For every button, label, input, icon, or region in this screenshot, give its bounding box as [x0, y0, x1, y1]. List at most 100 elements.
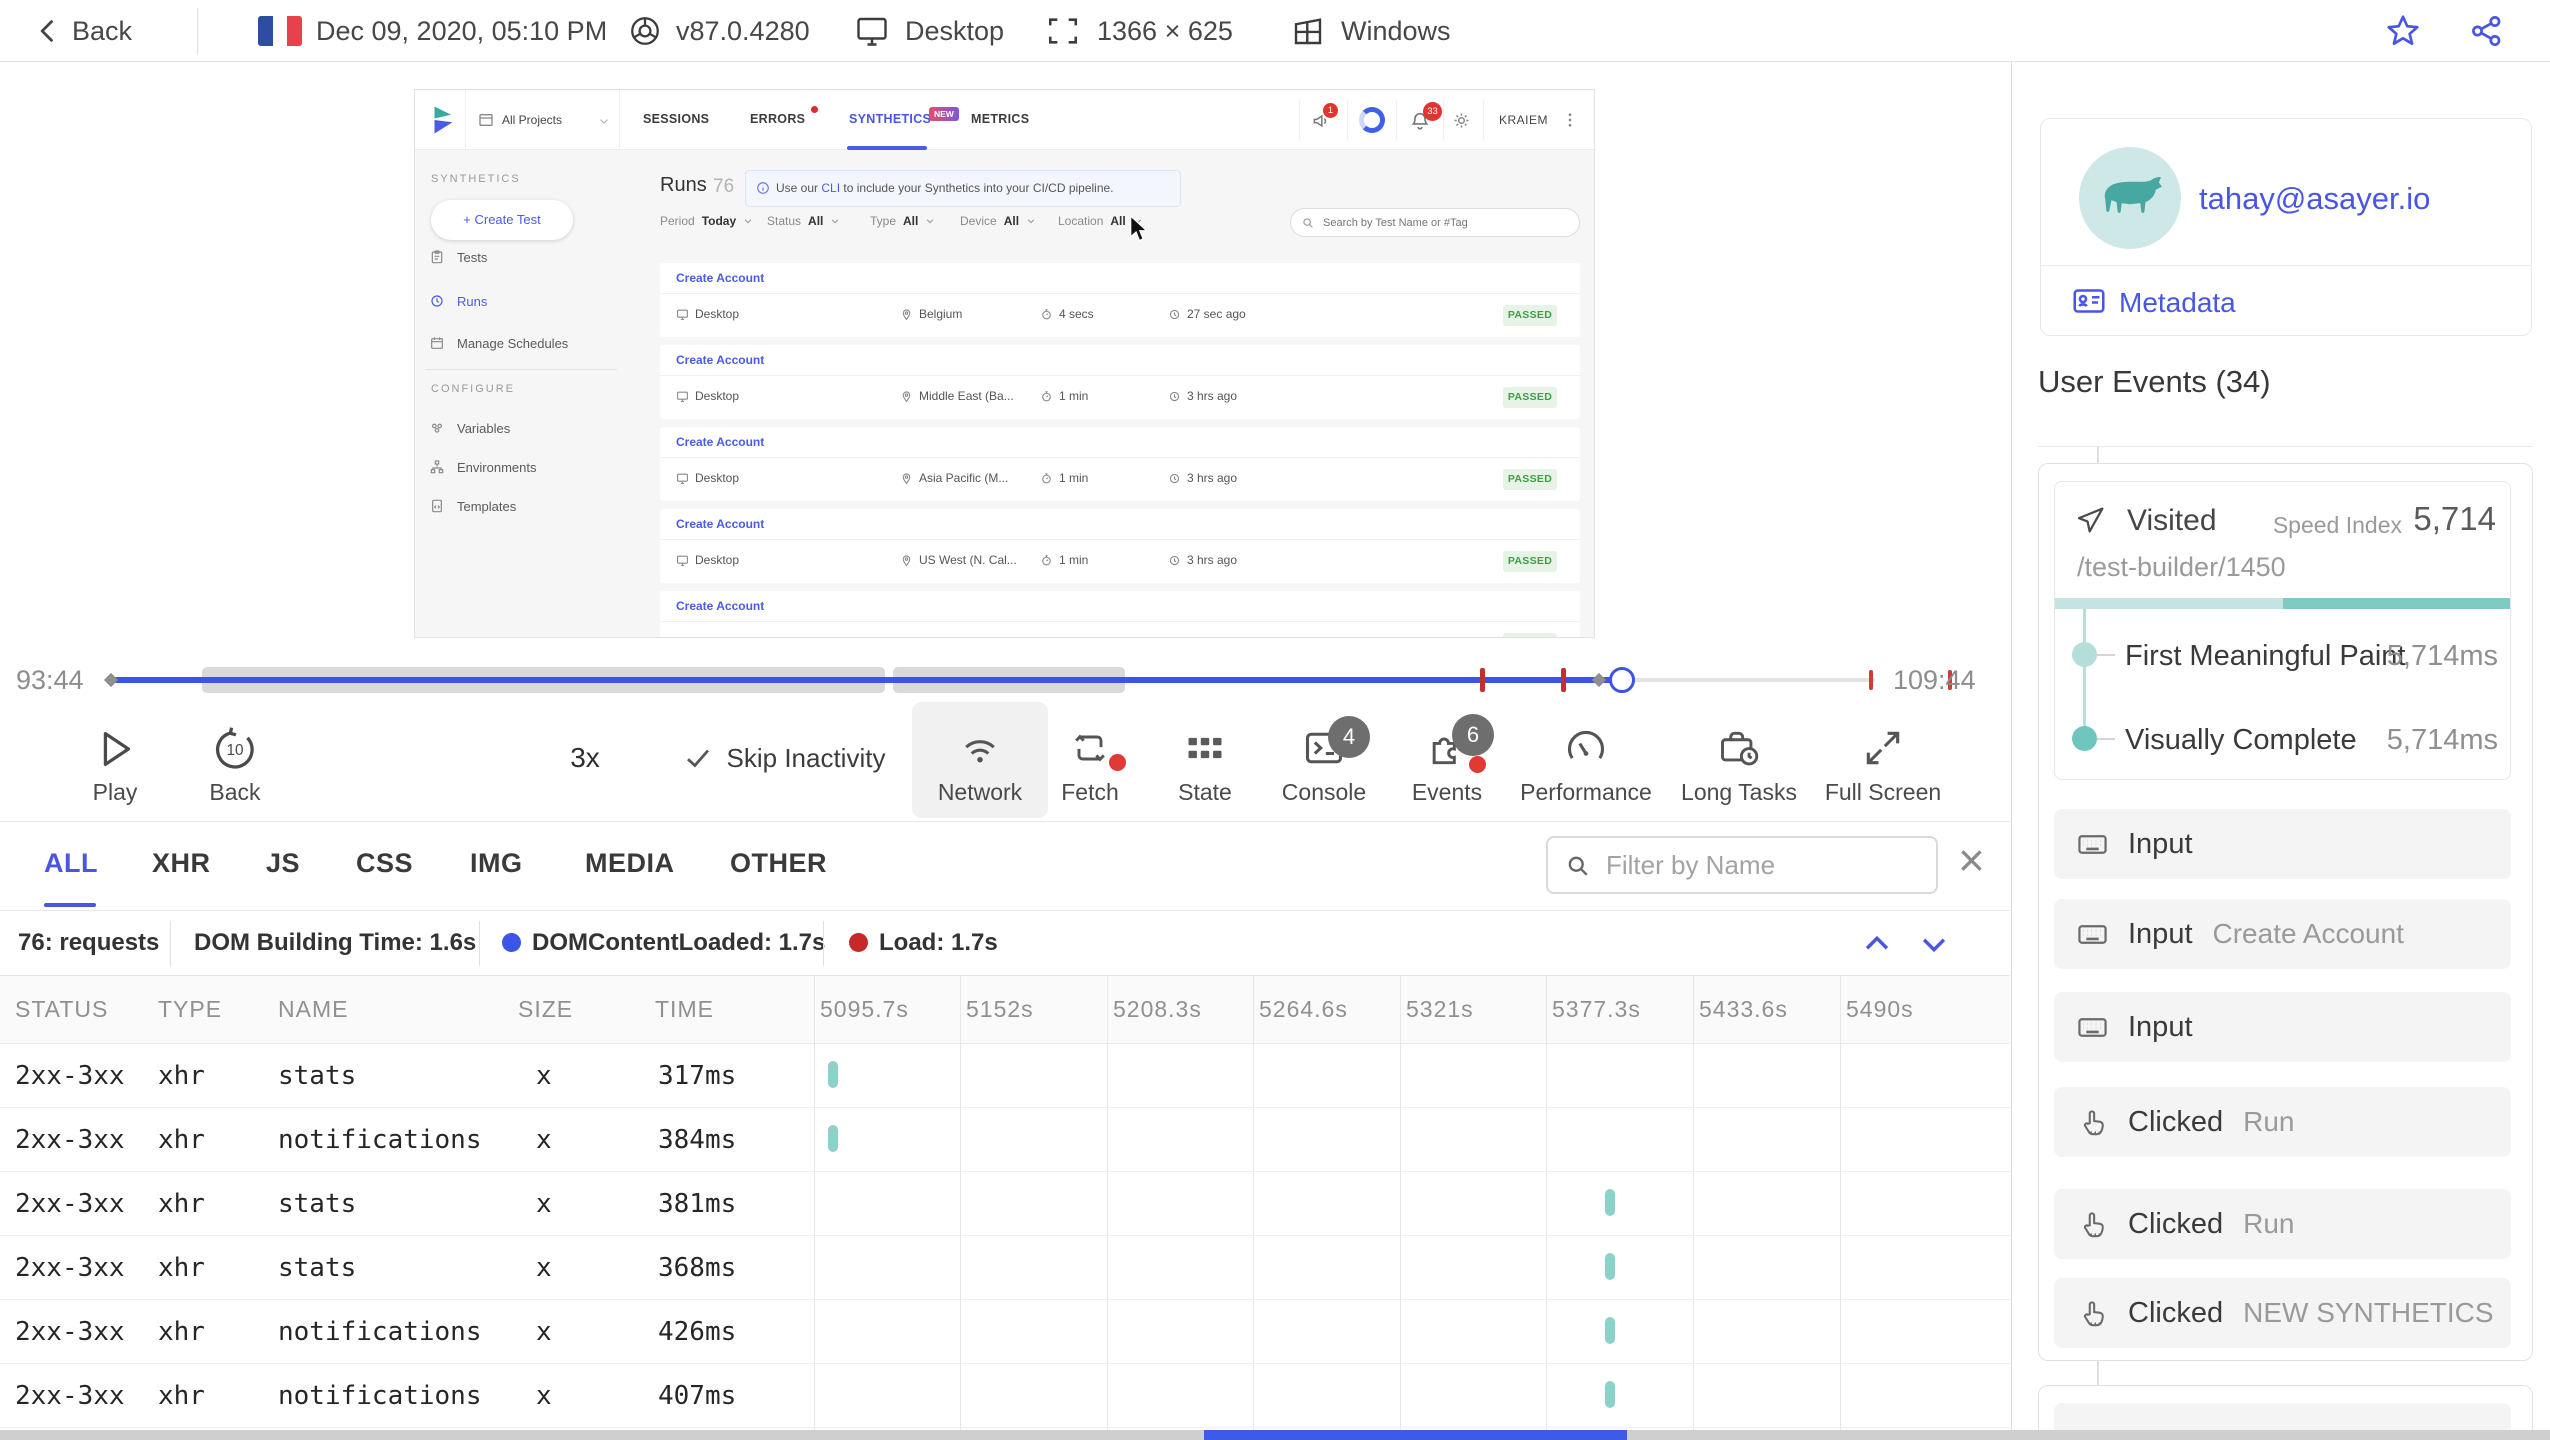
- tab-media[interactable]: MEDIA: [585, 848, 675, 879]
- table-row[interactable]: 2xx-3xx xhr stats x 368ms: [0, 1236, 2010, 1300]
- tab-errors[interactable]: ERRORS: [750, 112, 805, 126]
- speed-bar-dark: [2283, 598, 2510, 609]
- horizontal-scrollbar[interactable]: [0, 1430, 2550, 1440]
- cell-status: 2xx-3xx: [15, 1061, 125, 1091]
- status-badge: PASSED: [1503, 387, 1557, 408]
- status-badge: PASSED: [1503, 469, 1557, 490]
- expand-icon: [1866, 731, 1900, 765]
- sidenav-item-runs[interactable]: Runs: [429, 293, 487, 309]
- runs-search-input[interactable]: [1323, 211, 1568, 234]
- share-icon[interactable]: [2468, 12, 2506, 50]
- run-name[interactable]: Create Account: [676, 353, 764, 367]
- waterfall-bar: [828, 1061, 838, 1088]
- waterfall-bar: [1605, 1317, 1615, 1344]
- close-panel-icon[interactable]: ×: [1958, 830, 1985, 890]
- run-name[interactable]: Create Account: [676, 517, 764, 531]
- project-selector[interactable]: All Projects: [465, 90, 620, 150]
- cell-size: x: [536, 1189, 552, 1219]
- event-item-clicked[interactable]: Clicked Run: [2054, 1189, 2511, 1259]
- id-card-icon: [2071, 283, 2107, 319]
- create-test-button[interactable]: + Create Test: [431, 200, 573, 240]
- briefcase-clock-icon: [1721, 731, 1759, 766]
- long-tasks-panel-button[interactable]: Long Tasks: [1663, 702, 1815, 818]
- screen-resolution: 1366 × 625: [1097, 16, 1233, 46]
- run-name[interactable]: Create Account: [676, 599, 764, 613]
- tab-xhr[interactable]: XHR: [152, 848, 211, 879]
- scrollbar-thumb[interactable]: [1204, 1430, 1627, 1440]
- console-panel-button[interactable]: Console 4: [1268, 702, 1380, 818]
- event-item-clicked[interactable]: Clicked NEW SYNTHETICS: [2054, 1278, 2511, 1348]
- tab-metrics[interactable]: METRICS: [971, 112, 1029, 126]
- cell-time: 317ms: [658, 1061, 737, 1091]
- monitor-icon: [676, 390, 689, 403]
- full-screen-button[interactable]: Full Screen: [1808, 702, 1958, 818]
- state-panel-button[interactable]: State: [1155, 702, 1255, 818]
- filter-status[interactable]: Status All: [767, 214, 840, 228]
- fetch-panel-button[interactable]: Fetch: [1040, 702, 1140, 818]
- play-button[interactable]: Play: [70, 702, 160, 818]
- filter-period[interactable]: Period Today: [660, 214, 753, 228]
- run-card[interactable]: Create Account Desktop Canada (Central) …: [660, 591, 1580, 637]
- visited-event-card[interactable]: Visited Speed Index 5,714 /test-builder/…: [2054, 481, 2511, 780]
- waterfall-bar: [828, 1125, 838, 1152]
- chevron-down-icon[interactable]: [1914, 927, 1954, 961]
- tab-all[interactable]: ALL: [44, 848, 98, 879]
- network-filter-box[interactable]: [1546, 836, 1938, 894]
- location-pin-icon: [900, 554, 913, 567]
- sidenav-item-templates[interactable]: Templates: [429, 498, 516, 514]
- favorite-star-icon[interactable]: [2384, 12, 2422, 50]
- skip-inactivity-toggle[interactable]: Skip Inactivity: [664, 702, 904, 818]
- run-card[interactable]: Create Account Desktop Middle East (Ba..…: [660, 345, 1580, 419]
- project-selector-label: All Projects: [502, 113, 563, 127]
- tab-sessions[interactable]: SESSIONS: [643, 112, 709, 126]
- tab-img[interactable]: IMG: [470, 848, 523, 879]
- table-row[interactable]: 2xx-3xx xhr notifications x 426ms: [0, 1300, 2010, 1364]
- playback-timeline[interactable]: 93:44 109:44: [0, 660, 2010, 700]
- timeline-scrubber[interactable]: [1609, 667, 1635, 693]
- runs-search-box[interactable]: [1290, 208, 1580, 237]
- event-item-input[interactable]: Input: [2054, 992, 2511, 1062]
- user-email-link[interactable]: tahay@asayer.io: [2199, 181, 2430, 217]
- event-item-clicked[interactable]: Clicked Run: [2054, 1087, 2511, 1157]
- metadata-button[interactable]: Metadata: [2119, 287, 2236, 319]
- cell-status: 2xx-3xx: [15, 1189, 125, 1219]
- sidenav-item-environments[interactable]: Environments: [429, 459, 536, 475]
- back-10-seconds-button[interactable]: 10 Back: [188, 702, 282, 818]
- replayed-app-screenshot: All Projects SESSIONS ERRORS SYNTHETICS …: [415, 90, 1594, 637]
- cli-link[interactable]: CLI: [821, 181, 840, 195]
- sidenav-item-manage-schedules[interactable]: Manage Schedules: [429, 335, 568, 351]
- tab-js[interactable]: JS: [266, 848, 300, 879]
- run-card[interactable]: Create Account Desktop Belgium 4 secs 27…: [660, 263, 1580, 337]
- user-menu[interactable]: KRAIEM: [1499, 113, 1548, 127]
- filter-device[interactable]: Device All: [960, 214, 1036, 228]
- run-name[interactable]: Create Account: [676, 435, 764, 449]
- performance-panel-button[interactable]: Performance: [1505, 702, 1667, 818]
- france-flag-icon: [258, 16, 302, 46]
- playback-speed-button[interactable]: 3x: [545, 702, 625, 818]
- sidenav-item-variables[interactable]: Variables: [429, 420, 510, 436]
- run-card[interactable]: Create Account Desktop Asia Pacific (M..…: [660, 427, 1580, 501]
- tab-other[interactable]: OTHER: [730, 848, 827, 879]
- event-item-input[interactable]: Input: [2054, 809, 2511, 879]
- windows-os-icon: [1290, 13, 1326, 49]
- table-row[interactable]: 2xx-3xx xhr stats x 381ms: [0, 1172, 2010, 1236]
- network-filter-input[interactable]: [1606, 842, 1926, 888]
- table-row[interactable]: 2xx-3xx xhr notifications x 384ms: [0, 1108, 2010, 1172]
- run-name[interactable]: Create Account: [676, 271, 764, 285]
- table-row[interactable]: 2xx-3xx xhr stats x 317ms: [0, 1044, 2010, 1108]
- run-card[interactable]: Create Account Desktop US West (N. Cal..…: [660, 509, 1580, 583]
- chevron-up-icon[interactable]: [1857, 927, 1897, 961]
- waterfall-bar: [1605, 1253, 1615, 1280]
- network-panel-button[interactable]: Network: [912, 702, 1048, 818]
- tab-css[interactable]: CSS: [356, 848, 413, 879]
- gear-icon[interactable]: [1451, 110, 1472, 131]
- tab-synthetics[interactable]: SYNTHETICS: [849, 112, 931, 126]
- event-item-input[interactable]: Input Create Account: [2054, 899, 2511, 969]
- table-row[interactable]: 2xx-3xx xhr notifications x 407ms: [0, 1364, 2010, 1428]
- time-tick: 5433.6s: [1699, 996, 1788, 1022]
- back-button[interactable]: Back: [72, 16, 132, 47]
- events-panel-button[interactable]: Events 6: [1392, 702, 1502, 818]
- sidenav-item-tests[interactable]: Tests: [429, 249, 487, 265]
- kebab-menu-icon[interactable]: [1561, 110, 1579, 130]
- filter-type[interactable]: Type All: [870, 214, 935, 228]
